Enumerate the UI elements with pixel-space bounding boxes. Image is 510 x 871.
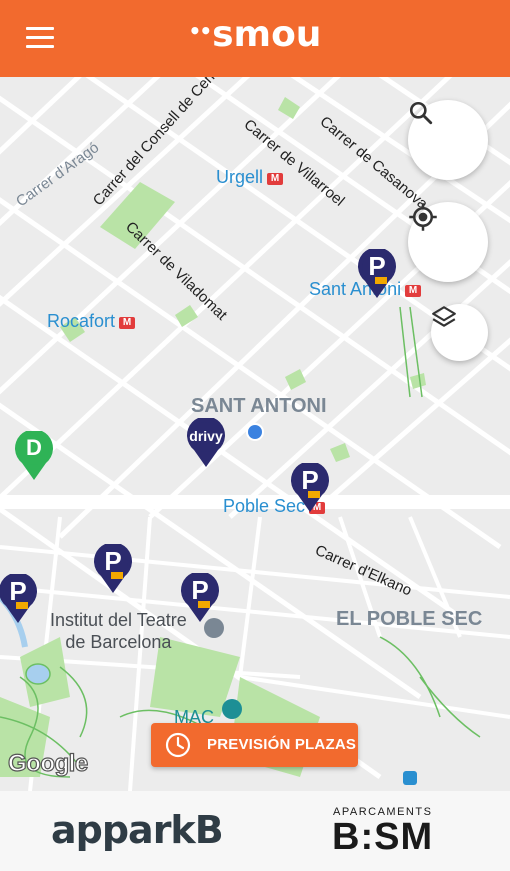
metro-icon: M: [119, 317, 136, 329]
district-label: SANT ANTONI: [191, 395, 327, 417]
poi-label: Institut del Teatre de Barcelona: [50, 610, 187, 652]
charging-pin[interactable]: D: [14, 431, 54, 481]
top-app-bar: ••smou: [0, 0, 510, 77]
forecast-button[interactable]: PREVISIÓN PLAZAS: [151, 723, 358, 767]
parking-pin[interactable]: P: [0, 574, 38, 624]
drivy-pin[interactable]: drivy: [186, 418, 226, 468]
museum-icon: [222, 699, 242, 719]
forecast-label: PREVISIÓN PLAZAS: [207, 736, 357, 753]
district-label: EL POBLE SEC: [336, 608, 483, 630]
metro-station-label: Urgell M: [216, 167, 284, 188]
layers-icon: [432, 306, 456, 327]
parking-pin[interactable]: P: [290, 463, 330, 513]
clock-icon: [165, 732, 191, 758]
search-button[interactable]: [408, 100, 488, 180]
brand-logo: ••smou: [188, 14, 322, 55]
parking-pin[interactable]: P: [180, 573, 220, 623]
layers-button[interactable]: [431, 304, 488, 361]
metro-icon: M: [405, 285, 422, 297]
locate-button[interactable]: [408, 202, 488, 282]
google-logo: Google: [7, 749, 88, 777]
locate-icon: [409, 203, 437, 231]
metro-icon: M: [267, 173, 284, 185]
metro-station-label: Rocafort M: [47, 311, 136, 332]
search-icon: [409, 101, 433, 125]
map-view[interactable]: Carrer del Consell de Cent Carrer de Vil…: [0, 77, 510, 791]
parking-pin[interactable]: P: [357, 249, 397, 299]
apparkb-logo: apparkB: [51, 808, 224, 852]
bsm-logo: B:SM: [332, 816, 434, 858]
bus-stop-icon: [403, 771, 417, 785]
parking-pin[interactable]: P: [93, 544, 133, 594]
